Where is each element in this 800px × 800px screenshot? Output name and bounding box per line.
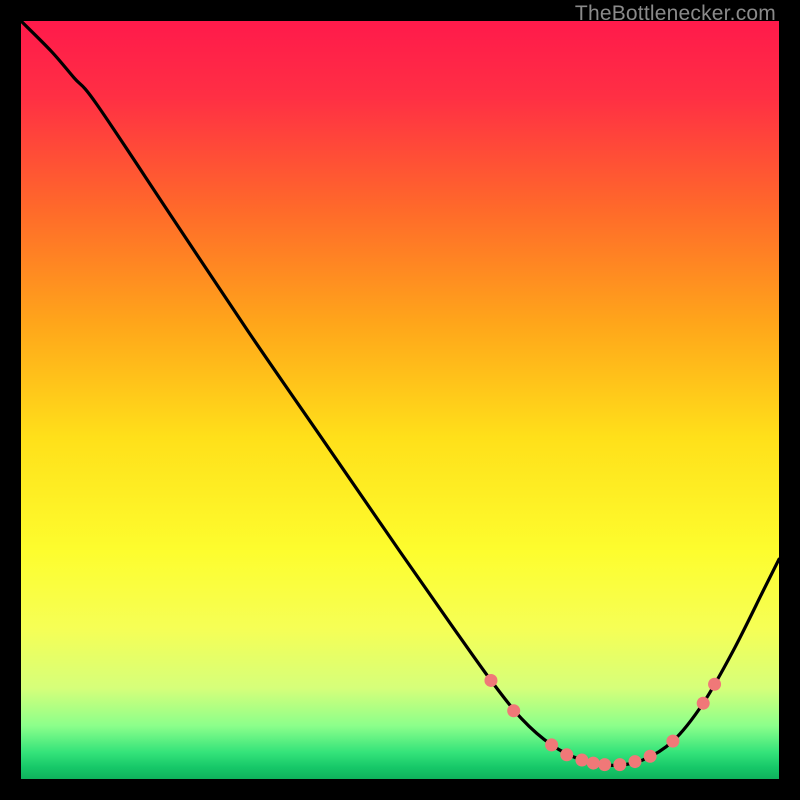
data-point-marker <box>560 748 573 761</box>
data-point-marker <box>697 697 710 710</box>
data-point-marker <box>575 754 588 767</box>
chart-svg <box>21 21 779 779</box>
data-point-marker <box>644 750 657 763</box>
attribution-label: TheBottlenecker.com <box>575 2 776 26</box>
gradient-background <box>21 21 779 779</box>
data-point-marker <box>598 758 611 771</box>
data-point-marker <box>628 755 641 768</box>
data-point-marker <box>666 735 679 748</box>
data-point-marker <box>587 757 600 770</box>
data-point-marker <box>507 704 520 717</box>
data-point-marker <box>545 738 558 751</box>
data-point-marker <box>484 674 497 687</box>
data-point-marker <box>708 678 721 691</box>
data-point-marker <box>613 758 626 771</box>
